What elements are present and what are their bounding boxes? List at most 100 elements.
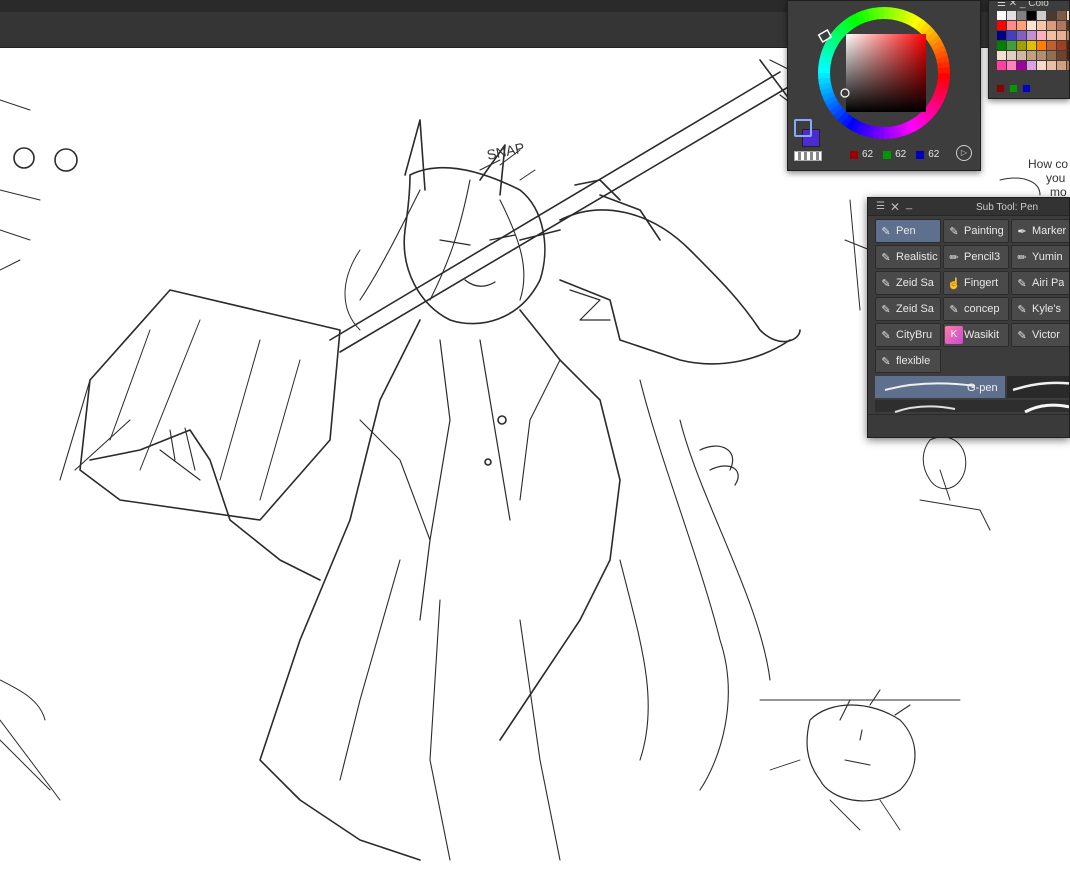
- subtool-button[interactable]: ✎ concep: [943, 297, 1009, 321]
- color-swatch[interactable]: [1057, 41, 1066, 50]
- canvas-note-line-2: you: [1046, 171, 1065, 185]
- menu-icon[interactable]: ☰: [997, 1, 1006, 9]
- subtool-button[interactable]: ☝ Fingert: [943, 271, 1009, 295]
- subtool-button[interactable]: ✎ Pen: [875, 219, 941, 243]
- color-swatch[interactable]: [1027, 51, 1036, 60]
- hue-segment: [878, 6, 885, 20]
- color-swatch[interactable]: [1027, 21, 1036, 30]
- pen-icon: ✎: [881, 329, 891, 342]
- subtool-button[interactable]: ✎ Realistic: [875, 245, 941, 269]
- color-wheel-panel: 62 62 62 ▷: [787, 0, 981, 171]
- color-swatch[interactable]: [1010, 85, 1017, 92]
- subtool-footer: [868, 414, 1069, 437]
- subtool-button[interactable]: ✏ Yumin: [1011, 245, 1069, 269]
- subtool-button[interactable]: ✏ Pencil3: [943, 245, 1009, 269]
- color-swatch[interactable]: [1057, 11, 1066, 20]
- green-indicator: [883, 150, 892, 159]
- color-swatch[interactable]: [1023, 85, 1030, 92]
- color-swatch[interactable]: [1017, 21, 1026, 30]
- color-swatch[interactable]: [997, 61, 1006, 70]
- color-swatch[interactable]: [1057, 61, 1066, 70]
- subtool-button[interactable]: ✎ Painting: [943, 219, 1009, 243]
- brush-preview-other[interactable]: [1007, 376, 1069, 398]
- color-swatch[interactable]: [1057, 21, 1066, 30]
- subtool-button[interactable]: ✒ Marker: [1011, 219, 1069, 243]
- color-swatch[interactable]: [1027, 31, 1036, 40]
- subtool-label: Zeid Sa: [896, 303, 934, 315]
- subtool-button[interactable]: ✎ Airi Pa: [1011, 271, 1069, 295]
- menu-icon[interactable]: ☰: [876, 201, 885, 212]
- custom-brush-thumbnail: K: [944, 324, 964, 346]
- pen-icon: ✎: [881, 251, 891, 264]
- color-swatch[interactable]: [997, 41, 1006, 50]
- color-swatch[interactable]: [1057, 31, 1066, 40]
- subtool-button[interactable]: ✎ Zeid Sa: [875, 297, 941, 321]
- color-swatch[interactable]: [997, 85, 1004, 92]
- color-swatch[interactable]: [997, 21, 1006, 30]
- pen-icon: ✎: [1017, 277, 1027, 290]
- color-set-footer: [997, 85, 1030, 92]
- color-set-title: ☰ ✕ _ Colo: [997, 0, 1049, 9]
- blue-indicator: [916, 150, 925, 159]
- brush-preview-selected[interactable]: G-pen: [875, 376, 1005, 398]
- color-swatch[interactable]: [1037, 21, 1046, 30]
- color-swatch[interactable]: [1017, 61, 1026, 70]
- color-swatch[interactable]: [1027, 41, 1036, 50]
- subtool-label: flexible: [896, 355, 931, 367]
- color-swatch[interactable]: [1047, 21, 1056, 30]
- color-swatch[interactable]: [1007, 41, 1016, 50]
- color-swatch[interactable]: [1047, 41, 1056, 50]
- color-swatch[interactable]: [1037, 11, 1046, 20]
- foreground-color-swatch[interactable]: [794, 119, 812, 137]
- hue-segment: [818, 72, 831, 79]
- color-swatch[interactable]: [1057, 51, 1066, 60]
- color-swatch[interactable]: [1037, 61, 1046, 70]
- color-swatch[interactable]: [1047, 51, 1056, 60]
- pen-icon: ✎: [881, 277, 891, 290]
- color-swatch[interactable]: [1037, 41, 1046, 50]
- transparent-color-swatch[interactable]: [794, 151, 822, 161]
- minimize-icon[interactable]: _: [906, 198, 912, 210]
- subtool-label: Airi Pa: [1032, 277, 1065, 289]
- marker-icon: ✒: [1017, 225, 1027, 238]
- subtool-button[interactable]: ✎ Zeid Sa: [875, 271, 941, 295]
- color-swatch[interactable]: [997, 11, 1006, 20]
- color-swatch[interactable]: [1017, 41, 1026, 50]
- subtool-label: Wasikit: [964, 329, 1000, 341]
- color-swatch[interactable]: [1007, 21, 1016, 30]
- subtool-panel: ☰ ✕ _ Sub Tool: Pen ✎ Pen ✎ Painting ✒ Marker…: [867, 197, 1070, 438]
- color-set-label: Colo: [1028, 0, 1049, 9]
- minimize-icon[interactable]: _: [1020, 1, 1026, 9]
- drawing-canvas[interactable]: SNAP How co you mo: [0, 48, 1070, 883]
- subtool-label: CityBru: [896, 329, 933, 341]
- subtool-button[interactable]: ✎ flexible: [875, 349, 941, 373]
- color-swatch[interactable]: [1017, 31, 1026, 40]
- play-icon[interactable]: ▷: [956, 145, 972, 161]
- subtool-button[interactable]: K Wasikit: [943, 323, 1009, 347]
- color-swatch[interactable]: [1027, 11, 1036, 20]
- color-swatch[interactable]: [1017, 11, 1026, 20]
- close-icon[interactable]: ✕: [1009, 1, 1017, 9]
- color-swatch[interactable]: [997, 31, 1006, 40]
- brush-preview-row[interactable]: [875, 400, 1069, 414]
- color-swatch[interactable]: [1007, 51, 1016, 60]
- subtool-header: ☰ ✕ _ Sub Tool: Pen: [868, 198, 1069, 216]
- close-icon[interactable]: ✕: [890, 200, 900, 214]
- color-swatch[interactable]: [997, 51, 1006, 60]
- color-swatch[interactable]: [1007, 11, 1016, 20]
- subtool-button[interactable]: ✎ Victor: [1011, 323, 1069, 347]
- brush-stroke-preview-2: [1012, 381, 1069, 392]
- color-swatch[interactable]: [1017, 51, 1026, 60]
- color-swatch[interactable]: [1047, 11, 1056, 20]
- color-swatch[interactable]: [1037, 51, 1046, 60]
- subtool-button[interactable]: ✎ CityBru: [875, 323, 941, 347]
- color-set-grid[interactable]: [997, 11, 1069, 70]
- color-swatch[interactable]: [1007, 31, 1016, 40]
- color-swatch[interactable]: [1027, 61, 1036, 70]
- subtool-button[interactable]: ✎ Kyle's: [1011, 297, 1069, 321]
- color-swatch[interactable]: [1037, 31, 1046, 40]
- color-swatch[interactable]: [1047, 61, 1056, 70]
- hue-segment: [883, 126, 890, 139]
- color-swatch[interactable]: [1007, 61, 1016, 70]
- color-swatch[interactable]: [1047, 31, 1056, 40]
